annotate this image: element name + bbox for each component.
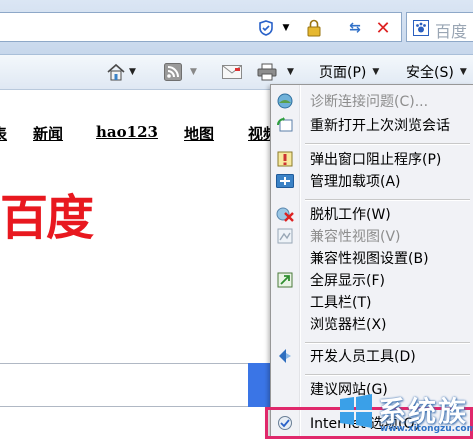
reopen-session-icon bbox=[273, 114, 297, 136]
menu-item-fullscreen[interactable]: 全屏显示(F) bbox=[273, 269, 472, 291]
page-menu-button[interactable]: 页面(P) ▼ bbox=[319, 61, 379, 83]
compat-view-icon bbox=[273, 225, 297, 247]
chevron-down-icon[interactable]: ▼ bbox=[190, 67, 197, 77]
menu-separator bbox=[305, 374, 470, 376]
popup-blocker-icon bbox=[273, 148, 297, 170]
lock-icon[interactable] bbox=[304, 18, 324, 38]
menu-separator bbox=[305, 342, 470, 344]
menu-item-diagnose[interactable]: 诊断连接问题(C)... bbox=[273, 90, 472, 112]
menu-separator bbox=[305, 143, 470, 145]
menu-item-developer-tools[interactable]: 开发人员工具(D) bbox=[273, 345, 472, 367]
stop-icon[interactable]: ✕ bbox=[373, 18, 393, 39]
nav-link[interactable]: 表 bbox=[0, 123, 7, 144]
nav-link-news[interactable]: 新闻 bbox=[33, 123, 63, 144]
refresh-icon[interactable]: ⇆ bbox=[345, 18, 365, 38]
fullscreen-icon bbox=[273, 269, 297, 291]
menu-item-explorer-bars[interactable]: 浏览器栏(X) bbox=[273, 313, 472, 335]
printer-icon bbox=[257, 63, 277, 81]
baidu-search-icon bbox=[411, 18, 431, 38]
tools-menu: 诊断连接问题(C)... 重新打开上次浏览会话 弹出窗口阻止程序(P) 管理加载… bbox=[270, 84, 473, 439]
addons-icon bbox=[273, 170, 297, 192]
safety-menu-label: 安全(S) bbox=[406, 65, 454, 81]
safety-menu-button[interactable]: 安全(S) ▼ bbox=[406, 61, 467, 83]
nav-link-hao123[interactable]: hao123 bbox=[96, 123, 158, 141]
menu-item-compat-view-settings[interactable]: 兼容性视图设置(B) bbox=[273, 247, 472, 269]
offline-icon bbox=[273, 203, 297, 225]
chevron-down-icon[interactable]: ▼ bbox=[276, 18, 296, 38]
menu-item-toolbars[interactable]: 工具栏(T) bbox=[273, 291, 472, 313]
address-input[interactable]: ▼ ⇆ ✕ bbox=[0, 12, 402, 42]
search-input-text[interactable]: 百度 bbox=[435, 18, 467, 42]
page-menu-label: 页面(P) bbox=[319, 65, 367, 81]
menu-item-reopen-session[interactable]: 重新打开上次浏览会话 bbox=[273, 114, 472, 136]
nav-link-map[interactable]: 地图 bbox=[184, 123, 214, 144]
print-button[interactable]: ▼ bbox=[257, 61, 294, 83]
read-mail-button[interactable] bbox=[222, 61, 242, 83]
security-shield-icon[interactable] bbox=[256, 18, 276, 38]
feeds-button[interactable]: ▼ bbox=[164, 61, 197, 83]
menu-item-popup-blocker[interactable]: 弹出窗口阻止程序(P) bbox=[273, 148, 472, 170]
mail-icon bbox=[222, 65, 242, 79]
chevron-down-icon: ▼ bbox=[459, 67, 467, 77]
chevron-down-icon[interactable]: ▼ bbox=[287, 67, 294, 77]
menu-item-manage-addons[interactable]: 管理加载项(A) bbox=[273, 170, 472, 192]
search-box[interactable]: 百度 bbox=[406, 12, 473, 42]
chevron-down-icon: ▼ bbox=[372, 67, 380, 77]
menu-separator bbox=[305, 199, 470, 201]
windows-logo-watermark bbox=[340, 394, 372, 428]
baidu-logo: 百度 bbox=[0, 190, 94, 246]
chevron-down-icon[interactable]: ▼ bbox=[129, 67, 136, 77]
home-button[interactable]: ▼ bbox=[106, 61, 136, 83]
watermark-url: www.xitongzu.com bbox=[380, 424, 473, 434]
diagnose-icon bbox=[273, 90, 297, 112]
menu-item-work-offline[interactable]: 脱机工作(W) bbox=[273, 203, 472, 225]
address-bar-area: ▼ ⇆ ✕ 百度 bbox=[0, 0, 473, 55]
menu-item-compat-view[interactable]: 兼容性视图(V) bbox=[273, 225, 472, 247]
dev-tools-icon bbox=[273, 345, 297, 367]
rss-feed-icon bbox=[164, 63, 182, 81]
page-search-input[interactable] bbox=[0, 363, 262, 407]
home-icon bbox=[107, 63, 125, 81]
